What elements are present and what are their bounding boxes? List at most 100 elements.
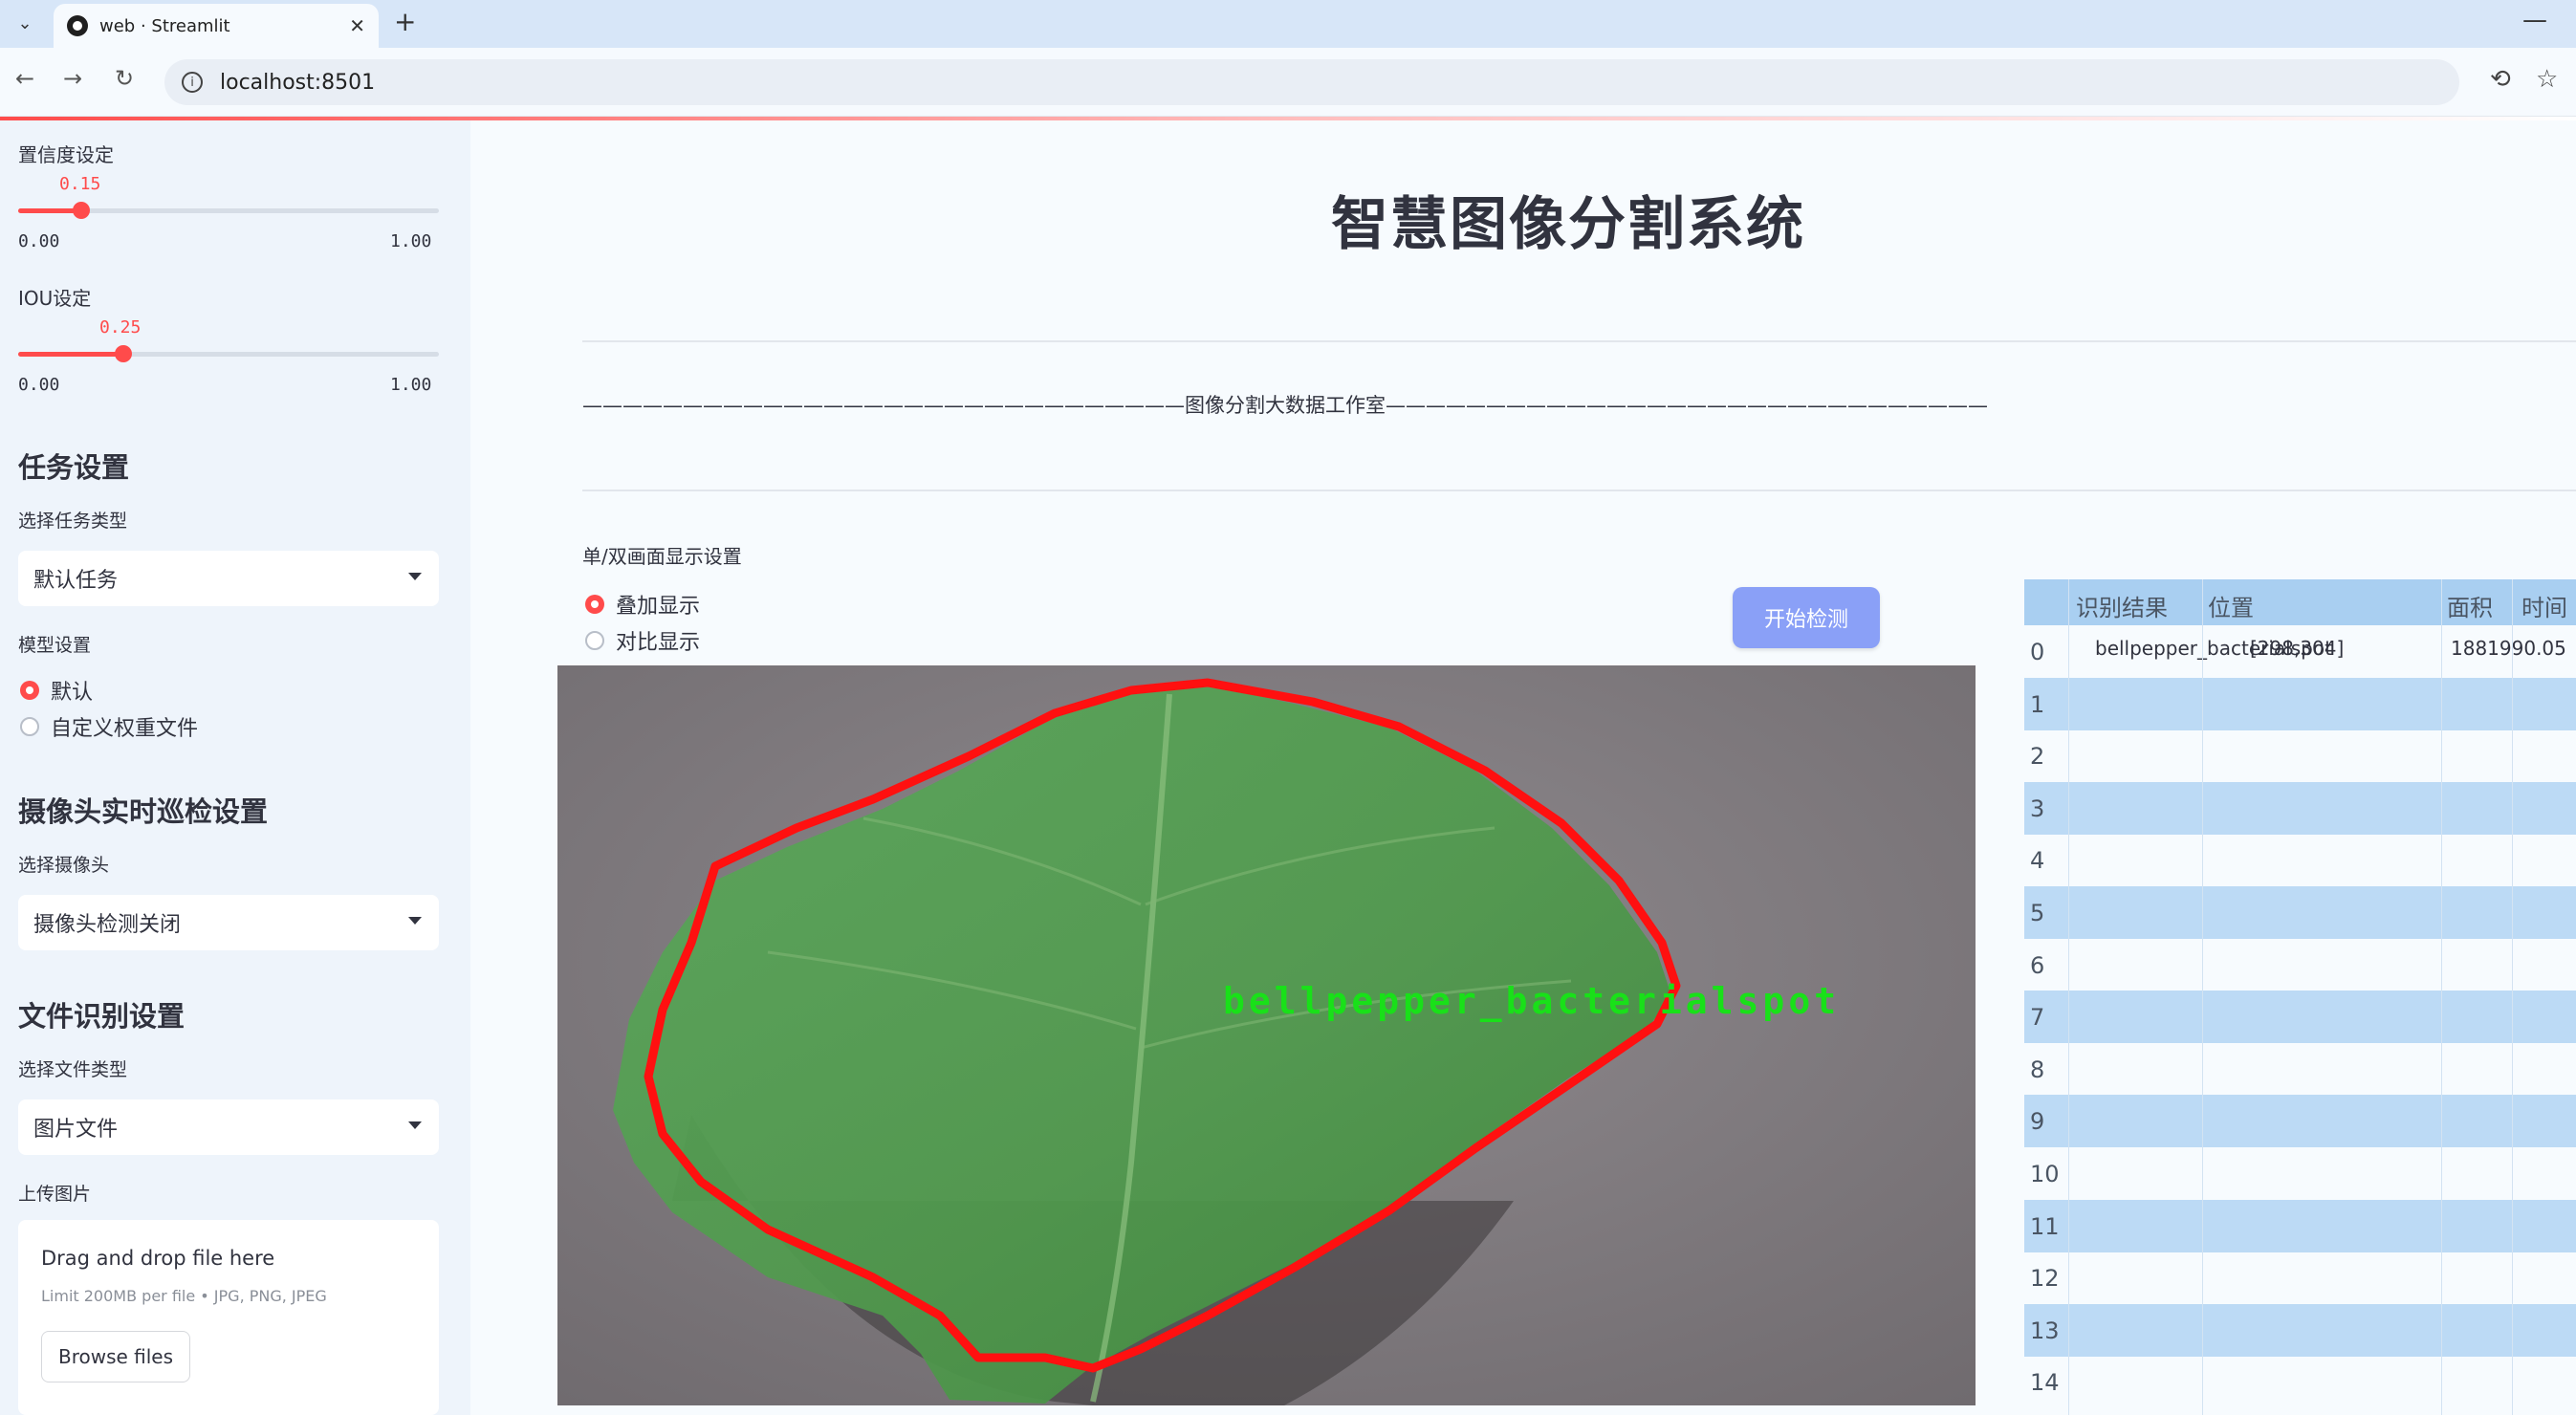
radio-unselected-icon <box>20 717 39 736</box>
forward-arrow-icon[interactable]: → <box>63 65 82 92</box>
confidence-max: 1.00 <box>390 231 432 251</box>
radio-selected-icon <box>20 681 39 700</box>
upload-dropzone-title: Drag and drop file here <box>41 1247 275 1270</box>
table-row[interactable]: 3 <box>2024 781 2576 835</box>
reload-icon[interactable]: ↻ <box>115 65 134 92</box>
new-tab-icon[interactable]: + <box>394 6 416 37</box>
table-row[interactable]: 5 <box>2024 886 2576 939</box>
column-divider <box>2441 579 2442 1415</box>
table-row[interactable]: 7 <box>2024 990 2576 1044</box>
table-row[interactable]: 14 <box>2024 1356 2576 1408</box>
confidence-value: 0.15 <box>59 174 101 194</box>
table-row[interactable]: 8 <box>2024 1043 2576 1096</box>
iou-label: IOU设定 <box>18 287 92 310</box>
header-area: 面积 <box>2447 595 2493 621</box>
row-index: 3 <box>2030 795 2045 822</box>
model-radio-default[interactable]: 默认 <box>20 675 93 706</box>
translate-icon[interactable]: ⟲ <box>2490 65 2511 94</box>
divider-top <box>582 340 2576 342</box>
table-row[interactable]: 2 <box>2024 729 2576 782</box>
row-index: 10 <box>2030 1161 2060 1187</box>
column-divider <box>2512 579 2513 1415</box>
iou-value: 0.25 <box>99 317 142 337</box>
cell-area: 1881990.05 <box>2451 637 2566 660</box>
tab-close-icon[interactable]: ✕ <box>349 14 365 37</box>
browser-tab[interactable]: web · Streamlit ✕ <box>54 4 379 48</box>
row-index: 8 <box>2030 1056 2045 1083</box>
display-mode-overlay-radio[interactable]: 叠加显示 <box>585 589 700 620</box>
row-index: 13 <box>2030 1317 2060 1344</box>
results-table[interactable]: 识别结果 位置 面积 时间 0 bellpepper_bacterialspot[… <box>2024 579 2576 1415</box>
model-option-custom: 自定义权重文件 <box>51 717 199 741</box>
segmentation-canvas: bellpepper_bacterialspot <box>557 665 1976 1405</box>
url-text: localhost:8501 <box>220 70 376 95</box>
segmentation-result-image: bellpepper_bacterialspot <box>557 665 1976 1405</box>
iou-slider[interactable] <box>18 345 439 362</box>
display-mode-label: 单/双画面显示设置 <box>582 545 742 568</box>
chevron-down-icon <box>408 917 422 925</box>
row-index: 9 <box>2030 1108 2045 1136</box>
task-type-select[interactable]: 默认任务 <box>18 551 439 606</box>
iou-slider-thumb[interactable] <box>115 345 132 362</box>
file-type-select[interactable]: 图片文件 <box>18 1099 439 1155</box>
row-index: 11 <box>2030 1212 2060 1240</box>
radio-selected-icon <box>585 595 604 614</box>
upload-limit-text: Limit 200MB per file • JPG, PNG, JPEG <box>41 1287 327 1305</box>
browse-files-button[interactable]: Browse files <box>41 1331 190 1382</box>
header-position: 位置 <box>2208 595 2254 621</box>
table-row[interactable]: 11 <box>2024 1199 2576 1252</box>
table-row[interactable]: 0 bellpepper_bacterialspot [298,304] 188199… <box>2024 625 2576 678</box>
minimize-icon[interactable]: — <box>2522 6 2547 34</box>
address-bar[interactable]: i localhost:8501 <box>164 59 2459 105</box>
task-type-label: 选择任务类型 <box>18 511 128 532</box>
iou-slider-fill <box>18 352 123 357</box>
model-radio-custom[interactable]: 自定义权重文件 <box>20 711 198 742</box>
table-row[interactable]: 10 <box>2024 1147 2576 1200</box>
model-settings-label: 模型设置 <box>18 635 92 656</box>
row-index: 5 <box>2030 900 2045 926</box>
file-settings-heading: 文件识别设置 <box>18 1000 186 1033</box>
table-row[interactable]: 1 <box>2024 677 2576 730</box>
upload-label: 上传图片 <box>18 1184 92 1205</box>
site-info-icon[interactable]: i <box>182 72 203 93</box>
browser-toolbar: ← → ↻ i localhost:8501 ⟲ ☆ <box>0 48 2576 117</box>
radio-unselected-icon <box>585 631 604 650</box>
confidence-min: 0.00 <box>18 231 60 251</box>
table-row[interactable]: 9 <box>2024 1095 2576 1148</box>
bookmark-star-icon[interactable]: ☆ <box>2536 65 2558 94</box>
row-index: 1 <box>2030 690 2045 718</box>
display-mode-overlay-label: 叠加显示 <box>616 595 701 619</box>
model-option-default: 默认 <box>51 681 94 705</box>
camera-select-label: 选择摄像头 <box>18 855 110 876</box>
confidence-label: 置信度设定 <box>18 143 114 166</box>
camera-select[interactable]: 摄像头检测关闭 <box>18 895 439 950</box>
table-row[interactable]: 13 <box>2024 1303 2576 1357</box>
row-index: 4 <box>2030 847 2045 875</box>
studio-divider-text: ——————————————————————————————图像分割大数据工作室… <box>582 394 1988 417</box>
file-type-label: 选择文件类型 <box>18 1059 128 1080</box>
iou-min: 0.00 <box>18 375 60 395</box>
task-settings-heading: 任务设置 <box>18 451 130 484</box>
confidence-slider-thumb[interactable] <box>73 202 90 219</box>
back-arrow-icon[interactable]: ← <box>15 65 34 92</box>
page-title: 智慧图像分割系统 <box>1331 191 1805 258</box>
table-row[interactable]: 4 <box>2024 834 2576 886</box>
start-detection-button[interactable]: 开始检测 <box>1733 587 1880 648</box>
confidence-slider[interactable] <box>18 202 439 219</box>
table-row[interactable]: 6 <box>2024 939 2576 991</box>
tab-list-chevron-icon[interactable]: ⌄ <box>10 8 40 38</box>
file-type-value: 图片文件 <box>33 1118 119 1142</box>
display-mode-compare-radio[interactable]: 对比显示 <box>585 625 700 656</box>
file-uploader-dropzone[interactable]: Drag and drop file here Limit 200MB per … <box>18 1220 439 1415</box>
tab-title: web · Streamlit <box>99 15 230 36</box>
column-divider <box>2202 579 2203 1415</box>
row-index: 12 <box>2030 1265 2060 1293</box>
row-index: 0 <box>2030 639 2045 665</box>
table-row[interactable]: 12 <box>2024 1252 2576 1304</box>
row-index: 7 <box>2030 1004 2045 1032</box>
task-type-value: 默认任务 <box>33 569 119 593</box>
header-result: 识别结果 <box>2076 595 2168 621</box>
browser-tabbar: ⌄ web · Streamlit ✕ + — <box>0 0 2576 48</box>
row-index: 6 <box>2030 951 2045 979</box>
header-time: 时间 <box>2521 595 2567 621</box>
